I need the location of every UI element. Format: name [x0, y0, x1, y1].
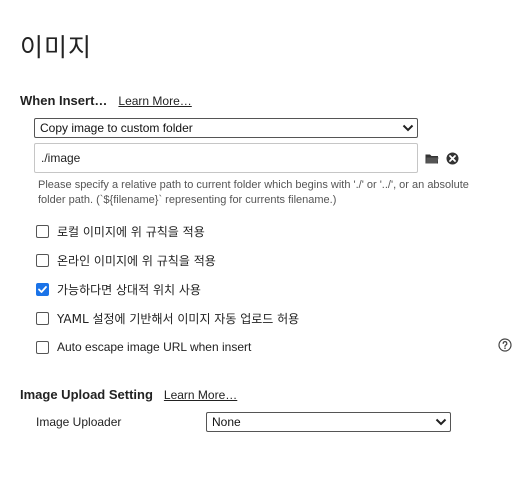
checkbox-checked[interactable]	[36, 283, 49, 296]
option-label: 로컬 이미지에 위 규칙을 적용	[57, 225, 205, 239]
path-hint-text: Please specify a relative path to curren…	[38, 179, 469, 206]
insert-action-select[interactable]: Copy image to custom folder	[34, 118, 418, 138]
when-insert-title: When Insert…	[20, 93, 108, 108]
image-uploader-label: Image Uploader	[36, 415, 122, 429]
option-label: Auto escape image URL when insert	[57, 340, 252, 354]
insert-action-selected-value: Copy image to custom folder	[40, 121, 193, 135]
option-auto-escape-url[interactable]: Auto escape image URL when insert	[36, 340, 251, 354]
option-label: 가능하다면 상대적 위치 사용	[57, 283, 201, 297]
upload-setting-header: Image Upload Setting Learn More…	[20, 387, 237, 402]
option-apply-online-images[interactable]: 온라인 이미지에 위 규칙을 적용	[36, 252, 216, 269]
clear-circle-icon[interactable]	[444, 150, 460, 166]
image-folder-path-value: ./image	[41, 151, 81, 165]
chevron-down-icon	[399, 119, 417, 137]
check-icon	[38, 286, 47, 293]
checkbox[interactable]	[36, 340, 49, 354]
checkbox[interactable]	[36, 312, 49, 325]
option-label: 온라인 이미지에 위 규칙을 적용	[57, 254, 216, 268]
when-insert-learn-more-link[interactable]: Learn More…	[118, 94, 191, 108]
when-insert-header: When Insert… Learn More…	[20, 93, 192, 108]
upload-setting-title: Image Upload Setting	[20, 387, 153, 402]
chevron-down-icon	[432, 413, 450, 431]
image-uploader-selected-value: None	[212, 415, 241, 429]
checkbox[interactable]	[36, 254, 49, 267]
folder-icon[interactable]	[424, 150, 440, 166]
page-title: 이미지	[20, 33, 93, 62]
option-apply-local-images[interactable]: 로컬 이미지에 위 규칙을 적용	[36, 223, 205, 240]
image-uploader-select[interactable]: None	[206, 412, 451, 432]
option-yaml-auto-upload[interactable]: YAML 설정에 기반해서 이미지 자동 업로드 허용	[36, 310, 299, 327]
upload-learn-more-link[interactable]: Learn More…	[164, 388, 237, 402]
checkbox[interactable]	[36, 225, 49, 238]
question-circle-icon[interactable]	[498, 338, 512, 352]
image-folder-path-input[interactable]: ./image	[34, 143, 418, 173]
preferences-image-panel: 이미지 When Insert… Learn More… Copy image …	[0, 0, 527, 484]
option-label: YAML 설정에 기반해서 이미지 자동 업로드 허용	[57, 312, 300, 326]
option-use-relative-path[interactable]: 가능하다면 상대적 위치 사용	[36, 281, 201, 298]
